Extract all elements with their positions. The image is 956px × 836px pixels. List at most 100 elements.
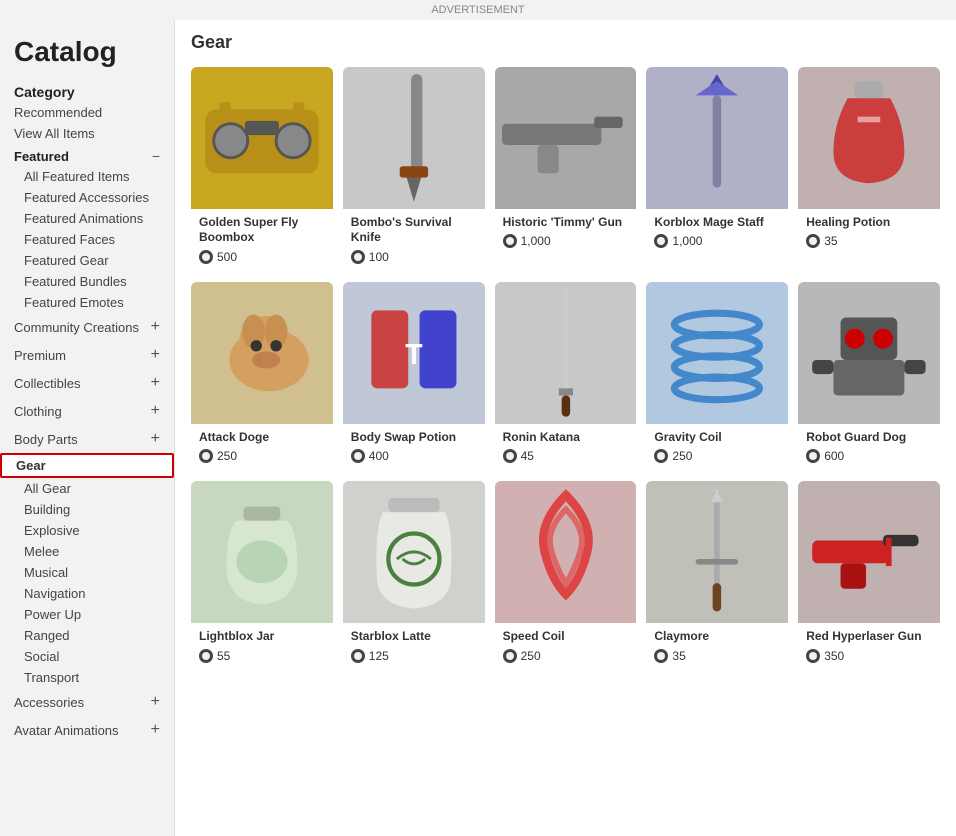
robux-icon — [806, 649, 820, 663]
item-card[interactable]: Starblox Latte 125 — [343, 481, 485, 670]
robux-icon — [503, 234, 517, 248]
item-card[interactable]: Historic 'Timmy' Gun 1,000 — [495, 67, 637, 272]
price-value: 250 — [217, 449, 237, 463]
item-card[interactable]: Claymore 35 — [646, 481, 788, 670]
price-value: 250 — [521, 649, 541, 663]
sidebar-item-avatar-animations[interactable]: Avatar Animations + — [0, 716, 174, 744]
item-info: Attack Doge 250 — [191, 424, 333, 472]
sidebar-item-featured-accessories[interactable]: Featured Accessories — [0, 187, 174, 208]
item-card[interactable]: Healing Potion 35 — [798, 67, 940, 272]
item-thumbnail — [495, 481, 637, 623]
item-name: Attack Doge — [199, 430, 325, 446]
premium-label: Premium — [14, 348, 66, 363]
robux-icon — [654, 649, 668, 663]
sidebar-item-building[interactable]: Building — [0, 499, 174, 520]
sidebar-item-premium[interactable]: Premium + — [0, 341, 174, 369]
item-price: 1,000 — [654, 234, 780, 248]
price-value: 400 — [369, 449, 389, 463]
item-price: 100 — [351, 250, 477, 264]
sidebar-item-accessories[interactable]: Accessories + — [0, 688, 174, 716]
robux-icon — [654, 449, 668, 463]
item-thumbnail — [495, 282, 637, 424]
robux-icon — [351, 449, 365, 463]
sidebar-item-featured-emotes[interactable]: Featured Emotes — [0, 292, 174, 313]
item-card[interactable]: Attack Doge 250 — [191, 282, 333, 471]
item-name: Lightblox Jar — [199, 629, 325, 645]
item-price: 250 — [503, 649, 629, 663]
item-card[interactable]: Lightblox Jar 55 — [191, 481, 333, 670]
section-title: Gear — [191, 32, 940, 53]
robux-icon — [199, 649, 213, 663]
sidebar-item-power-up[interactable]: Power Up — [0, 604, 174, 625]
item-price: 250 — [654, 449, 780, 463]
main-content: Catalog Category Recommended View All It… — [0, 20, 956, 836]
item-info: Robot Guard Dog 600 — [798, 424, 940, 472]
item-name: Starblox Latte — [351, 629, 477, 645]
sidebar-item-gear[interactable]: Gear — [0, 453, 174, 478]
item-info: Red Hyperlaser Gun 350 — [798, 623, 940, 671]
item-info: Bombo's Survival Knife 100 — [343, 209, 485, 272]
robux-icon — [806, 234, 820, 248]
item-thumbnail: T — [343, 282, 485, 424]
item-thumbnail — [646, 67, 788, 209]
sidebar-item-featured-gear[interactable]: Featured Gear — [0, 250, 174, 271]
price-value: 600 — [824, 449, 844, 463]
item-card[interactable]: Red Hyperlaser Gun 350 — [798, 481, 940, 670]
item-thumbnail — [343, 481, 485, 623]
sidebar-item-featured-faces[interactable]: Featured Faces — [0, 229, 174, 250]
sidebar-item-view-all[interactable]: View All Items — [0, 123, 174, 144]
item-card[interactable]: T Body Swap Potion 400 — [343, 282, 485, 471]
sidebar-item-recommended[interactable]: Recommended — [0, 102, 174, 123]
item-card[interactable]: Robot Guard Dog 600 — [798, 282, 940, 471]
item-name: Historic 'Timmy' Gun — [503, 215, 629, 231]
sidebar-item-collectibles[interactable]: Collectibles + — [0, 369, 174, 397]
sidebar-item-transport[interactable]: Transport — [0, 667, 174, 688]
price-value: 35 — [824, 234, 837, 248]
accessories-label: Accessories — [14, 695, 84, 710]
item-name: Gravity Coil — [654, 430, 780, 446]
item-price: 250 — [199, 449, 325, 463]
robux-icon — [806, 449, 820, 463]
price-value: 1,000 — [672, 234, 702, 248]
avatar-animations-label: Avatar Animations — [14, 723, 119, 738]
sidebar-item-featured-bundles[interactable]: Featured Bundles — [0, 271, 174, 292]
featured-collapse-button[interactable]: − — [152, 148, 160, 164]
item-info: Speed Coil 250 — [495, 623, 637, 671]
sidebar-item-clothing[interactable]: Clothing + — [0, 397, 174, 425]
sidebar-item-social[interactable]: Social — [0, 646, 174, 667]
sidebar-item-all-featured[interactable]: All Featured Items — [0, 166, 174, 187]
sidebar-item-navigation[interactable]: Navigation — [0, 583, 174, 604]
ad-banner: ADVERTISEMENT — [0, 0, 956, 20]
featured-label: Featured — [14, 149, 69, 164]
item-name: Speed Coil — [503, 629, 629, 645]
item-price: 45 — [503, 449, 629, 463]
body-parts-expand-icon: + — [151, 430, 160, 448]
item-name: Golden Super Fly Boombox — [199, 215, 325, 246]
item-card[interactable]: Bombo's Survival Knife 100 — [343, 67, 485, 272]
robux-icon — [503, 449, 517, 463]
sidebar-item-community-creations[interactable]: Community Creations + — [0, 313, 174, 341]
sidebar-item-ranged[interactable]: Ranged — [0, 625, 174, 646]
item-info: Lightblox Jar 55 — [191, 623, 333, 671]
item-card[interactable]: Gravity Coil 250 — [646, 282, 788, 471]
item-info: Claymore 35 — [646, 623, 788, 671]
sidebar-item-melee[interactable]: Melee — [0, 541, 174, 562]
robux-icon — [199, 250, 213, 264]
sidebar-item-musical[interactable]: Musical — [0, 562, 174, 583]
sidebar-item-featured-animations[interactable]: Featured Animations — [0, 208, 174, 229]
item-card[interactable]: Ronin Katana 45 — [495, 282, 637, 471]
category-label: Category — [0, 80, 174, 102]
item-thumbnail — [191, 481, 333, 623]
page-wrapper: ADVERTISEMENT Catalog Category Recommend… — [0, 0, 956, 836]
item-card[interactable]: Speed Coil 250 — [495, 481, 637, 670]
sidebar-item-body-parts[interactable]: Body Parts + — [0, 425, 174, 453]
sidebar-item-all-gear[interactable]: All Gear — [0, 478, 174, 499]
item-card[interactable]: Golden Super Fly Boombox 500 — [191, 67, 333, 272]
item-price: 35 — [654, 649, 780, 663]
item-info: Korblox Mage Staff 1,000 — [646, 209, 788, 272]
items-grid: Golden Super Fly Boombox 500 Bombo's Sur… — [191, 67, 940, 671]
premium-expand-icon: + — [151, 346, 160, 364]
sidebar-item-explosive[interactable]: Explosive — [0, 520, 174, 541]
avatar-animations-expand-icon: + — [151, 721, 160, 739]
item-card[interactable]: Korblox Mage Staff 1,000 — [646, 67, 788, 272]
